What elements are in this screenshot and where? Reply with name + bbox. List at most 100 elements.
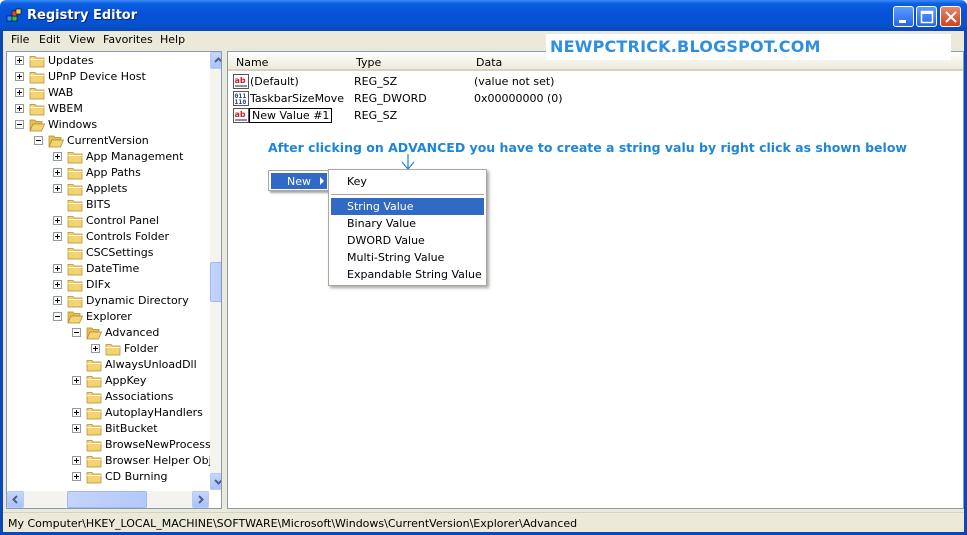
tree-node[interactable]: Explorer [7, 309, 207, 325]
submenu-item-dword-value[interactable]: DWORD Value [331, 232, 484, 249]
maximize-button[interactable] [916, 6, 937, 27]
tree-node[interactable]: Applets [7, 181, 207, 197]
tree-node[interactable]: Updates [7, 53, 207, 69]
menu-edit[interactable]: Edit [39, 33, 60, 46]
tree-node[interactable]: WBEM [7, 101, 207, 117]
submenu-item-binary-value[interactable]: Binary Value [331, 215, 484, 232]
tree-hscroll-thumb[interactable] [67, 491, 147, 508]
expand-icon[interactable] [53, 152, 62, 161]
menu-favorites[interactable]: Favorites [103, 33, 153, 46]
tree-vertical-scrollbar[interactable] [210, 52, 221, 490]
tree-node[interactable]: Controls Folder [7, 229, 207, 245]
minimize-button[interactable] [893, 6, 914, 27]
tree-node-label: BitBucket [105, 422, 158, 435]
menu-file[interactable]: File [11, 33, 29, 46]
tree-node[interactable]: App Paths [7, 165, 207, 181]
tree-node-label: DIFx [86, 278, 111, 291]
expand-icon[interactable] [15, 88, 24, 97]
blog-banner: NEWPCTRICK.BLOGSPOT.COM [546, 34, 951, 60]
tree-node-label: Explorer [86, 310, 132, 323]
open-folder-icon [48, 135, 64, 148]
tree-node[interactable]: Folder [7, 341, 207, 357]
context-menu-new[interactable]: New [271, 173, 327, 189]
tree-node[interactable]: BITS [7, 197, 207, 213]
tree-node[interactable]: Control Panel [7, 213, 207, 229]
binary-value-icon: 011 110 [233, 91, 249, 106]
expand-icon[interactable] [53, 280, 62, 289]
collapse-icon[interactable] [15, 120, 24, 129]
folder-icon [105, 344, 121, 356]
value-row[interactable]: ab New Value #1 REG_SZ [228, 107, 963, 124]
close-button[interactable] [940, 6, 961, 27]
value-name-rename-field[interactable]: New Value #1 [249, 108, 333, 123]
menu-view[interactable]: View [69, 33, 95, 46]
tree-node[interactable]: Associations [7, 389, 207, 405]
expand-icon[interactable] [53, 264, 62, 273]
registry-editor-icon [6, 8, 22, 22]
tree-node-label: DateTime [86, 262, 140, 275]
folder-icon [29, 88, 45, 100]
menu-help[interactable]: Help [160, 33, 185, 46]
expand-icon[interactable] [72, 456, 81, 465]
expand-icon[interactable] [53, 216, 62, 225]
tree-node[interactable]: Advanced [7, 325, 207, 341]
chevron-up-icon [214, 57, 221, 63]
tree-node[interactable]: CD Burning [7, 469, 207, 485]
tree-horizontal-scrollbar[interactable] [7, 491, 209, 508]
folder-icon [29, 56, 45, 68]
tree-node[interactable]: AlwaysUnloadDll [7, 357, 207, 373]
value-row[interactable]: 011 110 TaskbarSizeMove REG_DWORD 0x0000… [228, 90, 963, 107]
scroll-down-button[interactable] [210, 473, 221, 490]
tree-node-label: Advanced [105, 326, 160, 339]
submenu-item-string-value[interactable]: String Value [331, 198, 484, 215]
tree-node[interactable]: Browser Helper Obje [7, 453, 218, 469]
column-header-type[interactable]: Type [348, 52, 468, 71]
scroll-right-button[interactable] [192, 491, 209, 508]
tree-node-label: Applets [86, 182, 128, 195]
submenu-item-multi-string-value[interactable]: Multi-String Value [331, 249, 484, 266]
tree-node[interactable]: AppKey [7, 373, 207, 389]
expand-icon[interactable] [72, 424, 81, 433]
expand-icon[interactable] [72, 472, 81, 481]
tree-node[interactable]: AutoplayHandlers [7, 405, 207, 421]
title-bar[interactable]: Registry Editor [0, 0, 967, 31]
expand-icon[interactable] [53, 232, 62, 241]
expand-icon[interactable] [15, 56, 24, 65]
expand-icon[interactable] [15, 104, 24, 113]
chevron-right-icon [198, 495, 204, 504]
column-header-name[interactable]: Name [228, 52, 348, 71]
expand-icon[interactable] [91, 344, 100, 353]
string-value-icon: ab [233, 108, 249, 123]
tree-node[interactable]: Windows [7, 117, 207, 133]
registry-tree[interactable]: Updates UPnP Device Host WAB WBEM Windows Cur… [6, 51, 222, 509]
tree-node[interactable]: BitBucket [7, 421, 207, 437]
value-type: REG_DWORD [354, 92, 427, 105]
expand-icon[interactable] [15, 72, 24, 81]
tree-node[interactable]: App Management [7, 149, 207, 165]
tree-node[interactable]: DateTime [7, 261, 207, 277]
expand-icon[interactable] [53, 168, 62, 177]
collapse-icon[interactable] [72, 328, 81, 337]
collapse-icon[interactable] [53, 312, 62, 321]
expand-icon[interactable] [53, 296, 62, 305]
expand-icon[interactable] [72, 408, 81, 417]
tree-node[interactable]: CurrentVersion [7, 133, 207, 149]
submenu-item-expandable-string-value[interactable]: Expandable String Value [331, 266, 484, 283]
submenu-separator [331, 194, 484, 195]
tree-node[interactable]: WAB [7, 85, 207, 101]
scroll-left-button[interactable] [7, 491, 24, 508]
value-row[interactable]: ab (Default) REG_SZ (value not set) [228, 73, 963, 90]
tree-scroll-thumb[interactable] [210, 262, 221, 302]
scroll-up-button[interactable] [210, 52, 221, 69]
tree-node[interactable]: CSCSettings [7, 245, 207, 261]
tree-node[interactable]: Dynamic Directory [7, 293, 207, 309]
collapse-icon[interactable] [34, 136, 43, 145]
expand-icon[interactable] [53, 184, 62, 193]
tree-node[interactable]: BrowseNewProcess [7, 437, 211, 453]
tree-node[interactable]: UPnP Device Host [7, 69, 207, 85]
submenu-item-key[interactable]: Key [331, 173, 484, 190]
expand-icon[interactable] [72, 376, 81, 385]
open-folder-icon [86, 327, 102, 340]
tree-node[interactable]: DIFx [7, 277, 207, 293]
folder-icon [86, 456, 102, 468]
